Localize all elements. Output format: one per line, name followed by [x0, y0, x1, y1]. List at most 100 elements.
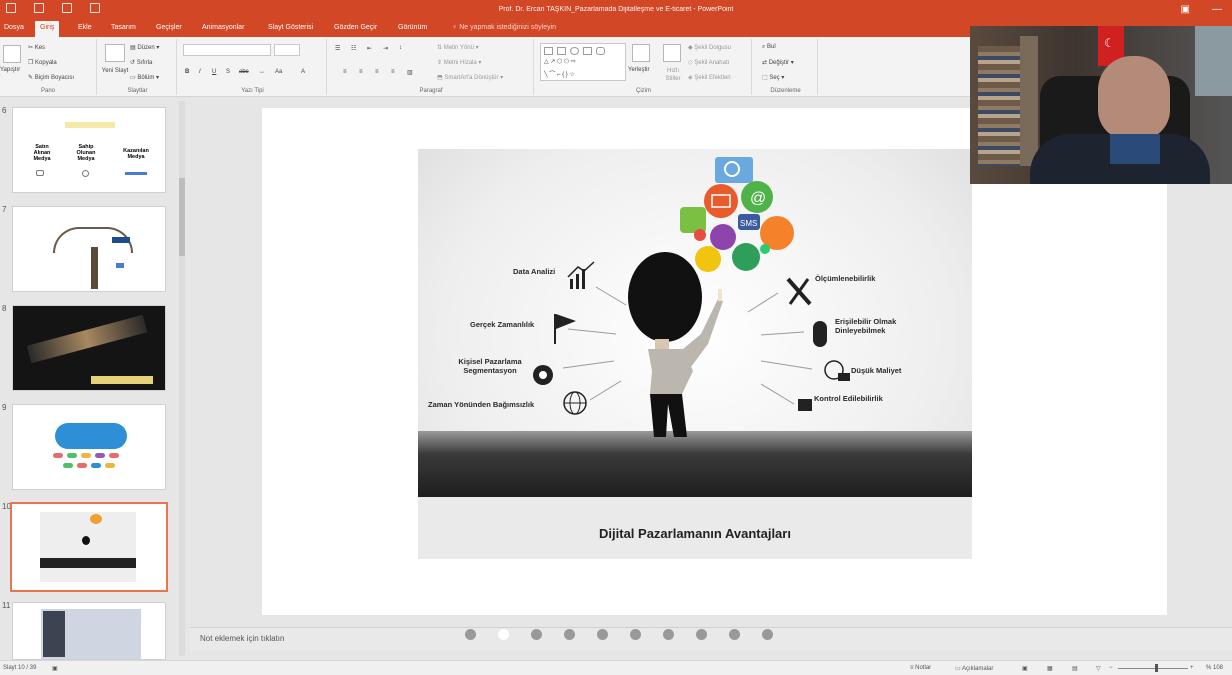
nav-dot-active[interactable]: [498, 629, 509, 640]
change-case-icon[interactable]: Aa: [275, 69, 282, 75]
slide-thumbnail-6[interactable]: Satın Alınan Medya Sahip Olunan Medya Ka…: [12, 107, 166, 193]
arrange-button[interactable]: Yerleştir: [628, 67, 649, 73]
slideshow-view-icon[interactable]: ▽: [1096, 665, 1101, 672]
slide-thumbnail-11[interactable]: [12, 602, 166, 660]
tab-animations[interactable]: Animasyonlar: [202, 24, 244, 31]
slide-thumbnail-10[interactable]: [10, 502, 168, 592]
shape-lines-icon[interactable]: ╲ ⌒ ⌐ { } ☆: [544, 69, 575, 78]
thumb-icons: [90, 514, 102, 524]
align-center-icon[interactable]: ≡: [359, 69, 363, 75]
chat-icon: [710, 224, 736, 250]
quick-styles-icon[interactable]: [663, 44, 681, 62]
align-left-icon[interactable]: ≡: [343, 69, 347, 75]
tell-me-search[interactable]: ♀ Ne yapmak istediğinizi söyleyin: [452, 24, 556, 31]
shape-outline-button[interactable]: ◇ Şekil Anahatı: [688, 59, 729, 66]
tab-file[interactable]: Dosya: [4, 24, 24, 31]
slide-picture[interactable]: Dijital Pazarlamanın Avantajları @ SMS D…: [418, 149, 972, 559]
reset-button[interactable]: ↺ Sıfırla: [130, 59, 152, 66]
justify-icon[interactable]: ≡: [391, 69, 395, 75]
slide-thumbnail-9[interactable]: [12, 404, 166, 490]
notes-toggle[interactable]: ≡ Notlar: [910, 665, 931, 671]
align-text-button[interactable]: ⇕ Metni Hizala ▾: [437, 59, 481, 66]
shape-fill-button[interactable]: ◆ Şekil Dolgusu: [688, 44, 731, 51]
arrow: [589, 380, 622, 401]
nav-dot[interactable]: [663, 629, 674, 640]
tab-review[interactable]: Gözden Geçir: [334, 24, 377, 31]
underline-icon[interactable]: U: [212, 69, 216, 75]
paste-button[interactable]: Yapıştır: [0, 67, 20, 73]
slide-sorter-icon[interactable]: ▦: [1047, 665, 1053, 672]
shape-oval-icon[interactable]: [570, 47, 579, 55]
arrange-icon[interactable]: [632, 44, 650, 62]
columns-icon[interactable]: ▥: [407, 69, 413, 76]
zoom-slider-knob[interactable]: [1155, 664, 1158, 672]
shape-rect-icon[interactable]: [544, 47, 553, 55]
shape-rounded-icon[interactable]: [596, 47, 605, 55]
tab-view[interactable]: Görünüm: [398, 24, 427, 31]
cut-button[interactable]: ✂ Kes: [28, 44, 45, 51]
comments-toggle[interactable]: ▭ Açıklamalar: [955, 665, 993, 672]
normal-view-icon[interactable]: ▣: [1022, 665, 1028, 672]
label-measurability: Ölçümlenebilirlik: [815, 274, 876, 283]
nav-dot[interactable]: [729, 629, 740, 640]
tab-design[interactable]: Tasarım: [111, 24, 136, 31]
shapes-gallery[interactable]: △ ↗ ⬡ ⬠ ⇨ ╲ ⌒ ⌐ { } ☆: [540, 43, 626, 81]
tab-home[interactable]: Giriş: [35, 21, 60, 37]
shape-rect-icon[interactable]: [557, 47, 566, 55]
section-button[interactable]: ▭ Bölüm ▾: [130, 74, 159, 81]
paste-icon[interactable]: [3, 45, 21, 63]
paragraph-group: ☰ ☷ ⇤ ⇥ ↕ ≡ ≡ ≡ ≡ ▥ ⇅ Metin Yönü ▾ ⇕ Met…: [329, 39, 534, 95]
shadow-icon[interactable]: S: [226, 69, 230, 75]
reading-view-icon[interactable]: ▤: [1072, 665, 1078, 672]
nav-dot[interactable]: [597, 629, 608, 640]
nav-dot[interactable]: [630, 629, 641, 640]
new-slide-button[interactable]: Yeni Slayt: [101, 67, 129, 75]
format-painter-button[interactable]: ✎ Biçim Boyacısı: [28, 74, 74, 81]
font-color-icon[interactable]: A: [301, 69, 305, 75]
copy-button[interactable]: ❐ Kopyala: [28, 59, 57, 66]
shape-triangle-icon[interactable]: △ ↗ ⬡ ⬠ ⇨: [544, 58, 576, 65]
quick-styles-button[interactable]: Hızlı Stiller: [660, 67, 686, 83]
bold-icon[interactable]: B: [185, 69, 189, 75]
thumb-chip: [91, 463, 101, 468]
tab-slideshow[interactable]: Slayt Gösterisi: [268, 24, 313, 31]
nav-dot[interactable]: [564, 629, 575, 640]
thumb-chip: [63, 463, 73, 468]
increase-indent-icon[interactable]: ⇥: [383, 45, 388, 52]
font-size-box[interactable]: [274, 44, 300, 56]
align-right-icon[interactable]: ≡: [375, 69, 379, 75]
smartart-button[interactable]: ⬒ SmartArt'a Dönüştür ▾: [437, 74, 503, 81]
new-slide-icon[interactable]: [105, 44, 125, 62]
italic-icon[interactable]: I: [199, 69, 201, 75]
nav-dot[interactable]: [465, 629, 476, 640]
tab-transitions[interactable]: Geçişler: [156, 24, 182, 31]
numbering-icon[interactable]: ☷: [351, 45, 356, 52]
slide-thumbnail-8[interactable]: [12, 305, 166, 391]
strikethrough-icon[interactable]: abc: [239, 69, 249, 75]
thumbnails-scroll-thumb[interactable]: [179, 178, 185, 256]
zoom-level[interactable]: % 108: [1206, 665, 1223, 671]
char-spacing-icon[interactable]: ↔: [259, 69, 265, 75]
shape-effects-button[interactable]: ◈ Şekil Efektleri: [688, 74, 731, 81]
replace-button[interactable]: ⇄ Değiştir ▾: [762, 59, 794, 66]
zoom-in-icon[interactable]: +: [1190, 665, 1194, 671]
slide-thumbnail-7[interactable]: [12, 206, 166, 292]
shape-rect-icon[interactable]: [583, 47, 592, 55]
select-button[interactable]: ⬚ Seç ▾: [762, 74, 784, 81]
nav-dot[interactable]: [531, 629, 542, 640]
font-name-box[interactable]: [183, 44, 271, 56]
nav-dot[interactable]: [696, 629, 707, 640]
bullets-icon[interactable]: ☰: [335, 45, 340, 52]
ribbon-display-icon[interactable]: ▣: [1181, 4, 1190, 15]
tab-insert[interactable]: Ekle: [78, 24, 92, 31]
decrease-indent-icon[interactable]: ⇤: [367, 45, 372, 52]
line-spacing-icon[interactable]: ↕: [399, 45, 402, 51]
minimize-icon[interactable]: —: [1212, 4, 1222, 15]
spellcheck-icon[interactable]: ▣: [52, 665, 58, 672]
text-direction-button[interactable]: ⇅ Metin Yönü ▾: [437, 44, 479, 51]
nav-dot[interactable]: [762, 629, 773, 640]
zoom-slider[interactable]: [1118, 668, 1188, 669]
find-button[interactable]: ⌕ Bul: [762, 44, 776, 51]
zoom-out-icon[interactable]: −: [1109, 665, 1113, 671]
layout-button[interactable]: ▤ Düzen ▾: [130, 44, 159, 51]
